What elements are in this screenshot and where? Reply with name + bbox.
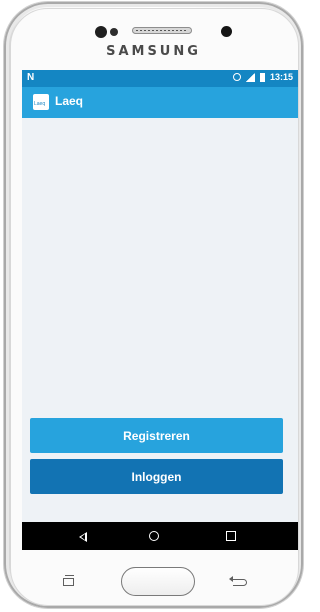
proximity-sensor-icon [110,28,118,36]
hardware-recents-icon[interactable] [63,575,74,586]
brand-logo: SAMSUNG [106,44,201,59]
status-time: 13:15 [269,72,293,82]
nav-back-icon[interactable] [79,532,87,542]
nav-home-icon[interactable] [149,531,159,541]
hardware-home-button[interactable] [121,567,195,596]
front-camera-icon [95,26,107,38]
alarm-icon [232,73,241,81]
status-icons: 13:15 [232,72,293,82]
app-logo-icon [33,94,49,110]
earpiece-speaker-icon [132,27,192,34]
screen: N 13:15 Laeq Registreren Inloggen [22,70,298,550]
battery-icon [259,72,265,82]
secondary-sensor-icon [221,26,232,37]
nav-recents-icon[interactable] [226,531,236,541]
app-bar: Laeq [22,87,298,118]
hardware-back-icon[interactable] [229,576,247,586]
app-title: Laeq [55,94,84,108]
status-bar: N 13:15 [22,70,298,87]
register-button[interactable]: Registreren [30,418,283,453]
notification-icon: N [27,72,35,83]
signal-icon [245,72,255,82]
navigation-bar [22,522,298,550]
login-button[interactable]: Inloggen [30,459,283,494]
